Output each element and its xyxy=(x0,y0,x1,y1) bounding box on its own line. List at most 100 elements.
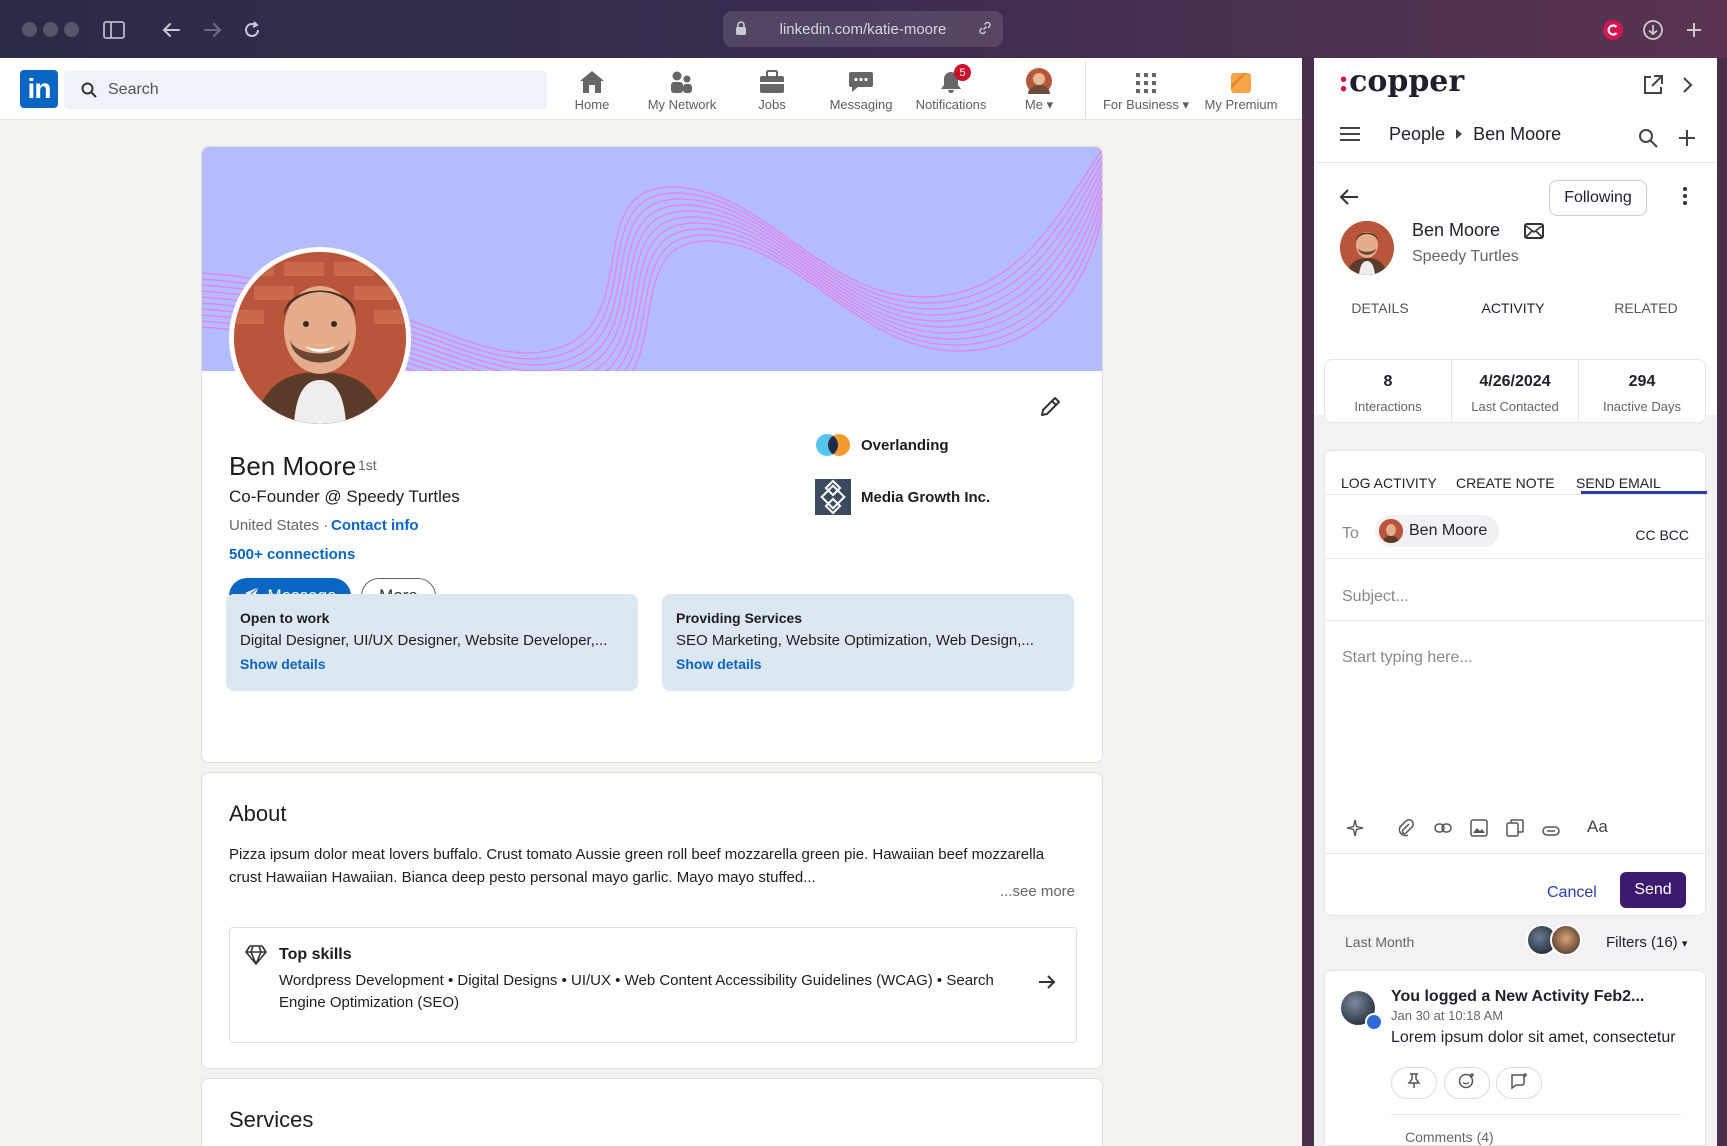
pin-button[interactable] xyxy=(1391,1067,1437,1099)
link-icon[interactable] xyxy=(977,20,993,40)
divider xyxy=(1325,620,1707,621)
contact-info-link[interactable]: Contact info xyxy=(331,517,419,534)
profile-location: United States xyxy=(229,517,320,534)
email-body-input[interactable]: Start typing here... xyxy=(1342,649,1473,667)
text-format-button[interactable]: Aa xyxy=(1587,817,1608,837)
nav-messaging[interactable]: Messaging xyxy=(816,66,906,116)
top-skills-box[interactable]: Top skills Wordpress Development • Digit… xyxy=(229,927,1077,1043)
nav-my-premium[interactable]: My Premium xyxy=(1193,66,1289,116)
diamond-icon xyxy=(244,944,268,971)
tab-details[interactable]: DETAILS xyxy=(1314,300,1446,316)
template-icon[interactable] xyxy=(1506,819,1524,842)
show-details-link[interactable]: Show details xyxy=(676,656,1060,672)
subject-input[interactable]: Subject... xyxy=(1342,588,1409,606)
search-icon xyxy=(81,82,97,103)
email-icon[interactable] xyxy=(1524,223,1544,244)
forward-arrow-icon[interactable] xyxy=(199,16,227,44)
close-window-button[interactable] xyxy=(22,22,37,37)
search-input[interactable]: Search xyxy=(64,71,547,109)
nav-jobs[interactable]: Jobs xyxy=(727,66,817,116)
open-external-icon[interactable] xyxy=(1642,74,1664,101)
nav-my-premium-label: My Premium xyxy=(1204,97,1278,112)
person-company: Speedy Turtles xyxy=(1412,248,1519,265)
image-icon[interactable] xyxy=(1470,819,1488,842)
nav-notifications-label: Notifications xyxy=(915,97,987,112)
new-tab-icon[interactable] xyxy=(1680,16,1708,44)
company-overlanding[interactable]: Overlanding xyxy=(815,433,949,457)
tab-create-note[interactable]: CREATE NOTE xyxy=(1456,475,1555,491)
about-card: About Pizza ipsum dolor meat lovers buff… xyxy=(201,772,1103,1069)
caret-right-icon xyxy=(1455,124,1463,145)
nav-my-network[interactable]: My Network xyxy=(637,66,727,116)
filters-dropdown[interactable]: Filters (16) ▾ xyxy=(1606,934,1687,951)
caret-down-icon: ▾ xyxy=(1681,938,1688,950)
cc-bcc-toggle[interactable]: CC BCC xyxy=(1635,527,1689,543)
link-icon[interactable] xyxy=(1434,821,1452,840)
signature-icon[interactable] xyxy=(1542,823,1560,841)
tab-activity[interactable]: ACTIVITY xyxy=(1447,300,1579,316)
chevron-right-icon[interactable] xyxy=(1682,76,1694,99)
comment-button[interactable] xyxy=(1496,1067,1542,1099)
more-vertical-icon[interactable] xyxy=(1682,186,1688,211)
providing-services-box[interactable]: Providing Services SEO Marketing, Websit… xyxy=(662,594,1074,691)
copper-extension-icon[interactable] xyxy=(1599,16,1627,44)
tab-send-email[interactable]: SEND EMAIL xyxy=(1576,475,1661,491)
reaction-button[interactable] xyxy=(1444,1067,1490,1099)
nav-for-business[interactable]: For Business ▾ xyxy=(1100,66,1192,116)
tab-related[interactable]: RELATED xyxy=(1580,300,1712,316)
open-to-work-box[interactable]: Open to work Digital Designer, UI/UX Des… xyxy=(226,594,638,691)
reload-icon[interactable] xyxy=(238,16,266,44)
search-icon[interactable] xyxy=(1638,128,1658,153)
nav-notifications[interactable]: 5 Notifications xyxy=(906,64,996,116)
stat-label: Inactive Days xyxy=(1602,399,1682,414)
activity-title: You logged a New Activity Feb2... xyxy=(1391,988,1645,1005)
linkedin-logo[interactable]: in xyxy=(20,70,58,108)
edit-pencil-icon[interactable] xyxy=(1038,395,1062,424)
hamburger-menu-icon[interactable] xyxy=(1339,126,1361,147)
stat-last-contacted: 4/26/2024 Last Contacted xyxy=(1452,360,1579,422)
divider xyxy=(1325,558,1707,559)
company-media-growth[interactable]: Media Growth Inc. xyxy=(815,479,990,515)
briefcase-icon xyxy=(727,66,817,94)
download-icon[interactable] xyxy=(1639,16,1667,44)
profile-photo[interactable] xyxy=(229,247,411,429)
back-arrow-icon[interactable] xyxy=(1338,188,1360,211)
sparkle-ai-icon[interactable] xyxy=(1346,819,1364,842)
person-name: Ben Moore xyxy=(1412,220,1501,240)
me-avatar-wrap xyxy=(994,66,1084,94)
maximize-window-button[interactable] xyxy=(64,22,79,37)
activity-text: Lorem ipsum dolor sit amet, consectetur xyxy=(1391,1029,1676,1046)
see-more-link[interactable]: ...see more xyxy=(1000,883,1075,900)
following-button[interactable]: Following xyxy=(1549,180,1647,216)
address-bar[interactable]: linkedin.com/katie-moore xyxy=(723,11,1003,47)
me-avatar xyxy=(1026,68,1052,94)
back-arrow-icon[interactable] xyxy=(157,16,185,44)
nav-my-network-label: My Network xyxy=(647,97,717,112)
cancel-button[interactable]: Cancel xyxy=(1547,884,1597,902)
activity-item[interactable]: You logged a New Activity Feb2... Jan 30… xyxy=(1324,970,1706,1146)
breadcrumb-people[interactable]: People xyxy=(1389,124,1445,145)
profile-headline: Co-Founder @ Speedy Turtles xyxy=(229,487,460,506)
add-icon[interactable] xyxy=(1678,129,1696,152)
arrow-right-icon[interactable] xyxy=(1038,974,1056,995)
people-icon xyxy=(637,66,727,94)
connections-link[interactable]: 500+ connections xyxy=(229,546,355,563)
activity-time: Jan 30 at 10:18 AM xyxy=(1391,1008,1504,1023)
avatar xyxy=(1550,924,1582,956)
show-details-link[interactable]: Show details xyxy=(240,656,624,672)
comments-toggle[interactable]: Comments (4) xyxy=(1405,1129,1494,1145)
minimize-window-button[interactable] xyxy=(43,22,58,37)
nav-home[interactable]: Home xyxy=(547,66,637,116)
attachment-icon[interactable] xyxy=(1398,819,1414,842)
nav-me[interactable]: Me ▾ xyxy=(994,66,1084,116)
recipient-chip[interactable]: Ben Moore xyxy=(1375,515,1500,547)
grid-icon xyxy=(1100,66,1192,94)
browser-toolbar: linkedin.com/katie-moore xyxy=(0,0,1727,58)
panel-gutter-right xyxy=(1717,58,1727,1146)
tab-log-activity[interactable]: LOG ACTIVITY xyxy=(1341,475,1437,491)
sidebar-toggle-icon[interactable] xyxy=(100,16,128,44)
overlanding-logo xyxy=(816,434,850,456)
send-button[interactable]: Send xyxy=(1620,872,1686,908)
profile-card: Ben Moore 1st Co-Founder @ Speedy Turtle… xyxy=(201,146,1103,763)
media-growth-logo xyxy=(815,479,851,515)
